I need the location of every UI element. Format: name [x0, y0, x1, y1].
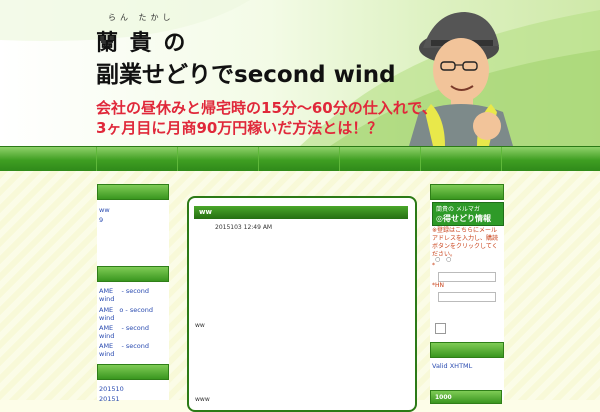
hn-input[interactable] — [438, 292, 496, 302]
nav-item[interactable] — [258, 147, 339, 171]
archive-link[interactable]: 20151 — [99, 395, 120, 403]
name-label: * — [432, 262, 435, 269]
recent-link[interactable]: AME - second wind — [99, 287, 149, 303]
site-title-line1[interactable]: 蘭 貴 の — [96, 25, 187, 57]
sidebar-link[interactable]: 9 — [99, 216, 103, 224]
hn-label: *HN — [432, 282, 444, 289]
site-header: らん たかし 蘭 貴 の 副業せどりでsecond wind 会社の昼休みと帰宅… — [0, 0, 600, 146]
title-ruby: らん たかし — [108, 13, 175, 22]
right-sidebar-heading-2 — [430, 342, 504, 358]
sidebar-link[interactable]: ww — [99, 206, 110, 214]
main-post: ww 2015103 12:49 AM ww www — [187, 196, 417, 412]
email-input[interactable] — [438, 272, 496, 282]
recent-link[interactable]: AME - second wind — [99, 324, 149, 340]
mailmag-notice: ※登録はこちらにメールアドレスを入力し、購読ボタンをクリックしてください。 — [432, 227, 499, 258]
archive-link[interactable]: 201510 — [99, 385, 124, 393]
left-sidebar-heading-3 — [97, 364, 169, 380]
left-sidebar: ww 9 AME - second wind AME o - second wind… — [97, 184, 169, 403]
nav-item[interactable] — [420, 147, 501, 171]
radio-options[interactable]: ○ ○ — [435, 256, 451, 263]
left-sidebar-heading-1 — [97, 184, 169, 200]
post-body: ww — [195, 322, 205, 329]
nav-item[interactable] — [501, 147, 600, 171]
site-subtitle-line1: 会社の昼休みと帰宅時の15分〜60分の仕入れで、 — [96, 99, 437, 117]
left-sidebar-heading-2 — [97, 266, 169, 282]
nav-item[interactable] — [96, 147, 177, 171]
site-subtitle-line2: 3ヶ月目に月商90万円稼いだ方法とは！？ — [96, 119, 383, 137]
right-sidebar-heading-3: 1000 — [430, 390, 502, 404]
recent-link[interactable]: AME o - second wind — [99, 306, 153, 322]
nav-item[interactable] — [339, 147, 420, 171]
site-title-line2[interactable]: 副業せどりでsecond wind — [96, 55, 396, 89]
nav-bar — [0, 146, 600, 172]
valid-xhtml-link[interactable]: Valid XHTML — [432, 362, 472, 370]
subscribe-button[interactable] — [435, 323, 446, 334]
author-avatar-illustration — [409, 12, 513, 146]
post-date: 2015103 12:49 AM — [215, 224, 273, 231]
recent-link[interactable]: AME - second wind — [99, 342, 149, 358]
post-title[interactable]: ww — [194, 206, 408, 219]
right-sidebar-heading-1 — [430, 184, 504, 200]
nav-item[interactable] — [177, 147, 258, 171]
mailmag-banner[interactable]: 蘭貴の メルマガ ◎得せどり情報 — [432, 202, 504, 226]
